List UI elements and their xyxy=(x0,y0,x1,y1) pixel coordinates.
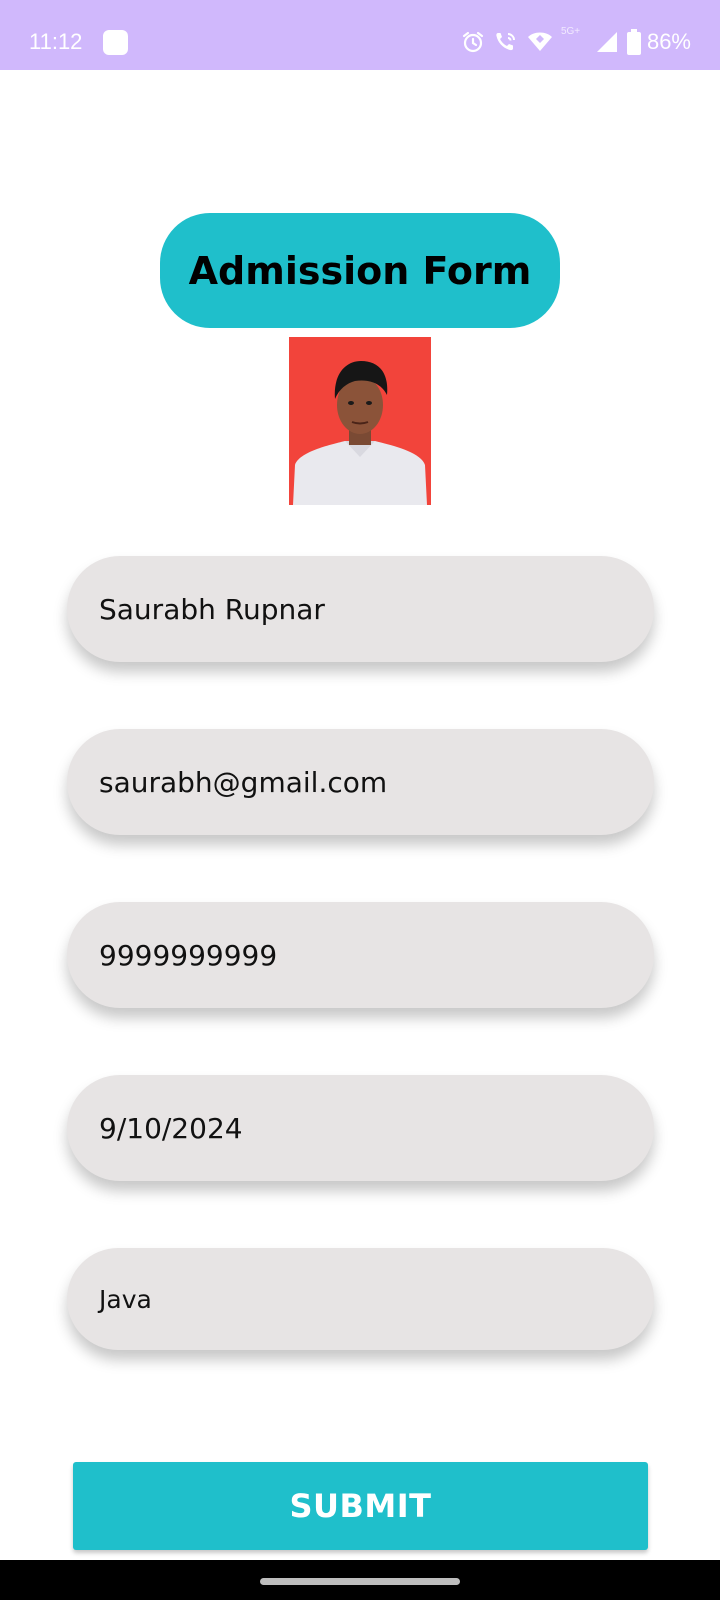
course-field[interactable]: Java xyxy=(67,1248,654,1350)
name-field[interactable]: Saurabh Rupnar xyxy=(67,556,654,662)
profile-photo xyxy=(289,337,431,505)
wifi-icon xyxy=(527,30,553,54)
date-field[interactable]: 9/10/2024 xyxy=(67,1075,654,1181)
email-field[interactable]: saurabh@gmail.com xyxy=(67,729,654,835)
navigation-bar xyxy=(0,1560,720,1600)
status-icons: 5G+ 86% xyxy=(461,26,691,56)
phone-field[interactable]: 9999999999 xyxy=(67,902,654,1008)
battery-percent: 86% xyxy=(646,29,691,54)
network-type-label: 5G+ xyxy=(560,26,581,37)
alarm-clock-icon xyxy=(461,30,485,54)
battery-icon xyxy=(626,29,641,55)
name-field-value: Saurabh Rupnar xyxy=(99,592,325,626)
app-notification-icon xyxy=(103,30,128,55)
cellular-signal-icon xyxy=(595,30,619,54)
course-field-value: Java xyxy=(99,1284,152,1314)
profile-photo-image xyxy=(289,337,431,505)
submit-button-label: SUBMIT xyxy=(289,1487,432,1525)
wifi-calling-icon xyxy=(493,30,519,54)
phone-field-value: 9999999999 xyxy=(99,938,278,972)
form-title-banner: Admission Form xyxy=(160,213,560,328)
form-title: Admission Form xyxy=(188,248,532,293)
status-time: 11:12 xyxy=(29,29,83,54)
date-field-value: 9/10/2024 xyxy=(99,1111,243,1145)
status-bar: 11:12 5G+ 86% xyxy=(0,0,720,70)
email-field-value: saurabh@gmail.com xyxy=(99,765,388,799)
home-gesture-handle[interactable] xyxy=(260,1578,460,1585)
network-type: 5G+ xyxy=(561,26,587,54)
submit-button[interactable]: SUBMIT xyxy=(73,1462,648,1550)
